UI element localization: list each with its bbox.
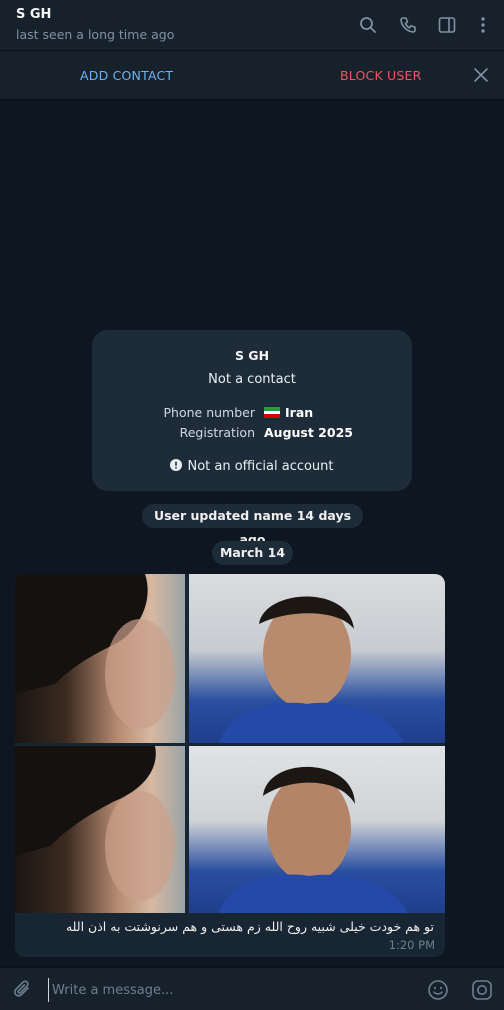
- photo-message[interactable]: تو هم خودت خیلی شبیه روح الله زم هستی و …: [15, 574, 445, 957]
- album-photo[interactable]: [189, 574, 445, 743]
- album-photo[interactable]: [15, 574, 185, 743]
- warning-text: Not an official account: [187, 459, 334, 474]
- user-info-card: S GH Not a contact Phone number Iran Reg…: [92, 330, 412, 491]
- message-caption: تو هم خودت خیلی شبیه روح الله زم هستی و …: [65, 919, 434, 934]
- attach-icon[interactable]: [11, 978, 35, 1002]
- registration-value: August 2025: [264, 425, 353, 440]
- info-card-subtitle: Not a contact: [208, 372, 296, 387]
- close-icon[interactable]: [471, 65, 491, 85]
- add-contact-button[interactable]: ADD CONTACT: [80, 68, 173, 83]
- more-vertical-icon[interactable]: [472, 14, 494, 36]
- service-message: User updated name 14 days ago: [142, 504, 363, 547]
- message-input[interactable]: [48, 978, 404, 1002]
- contact-action-bar: ADD CONTACT BLOCK USER: [0, 51, 504, 100]
- album-photo[interactable]: [189, 746, 445, 913]
- last-seen-status: last seen a long time ago: [16, 27, 175, 42]
- search-icon[interactable]: [357, 14, 379, 36]
- phone-number-value: Iran: [264, 405, 313, 420]
- info-card-name: S GH: [234, 348, 270, 363]
- block-user-button[interactable]: BLOCK USER: [340, 68, 422, 83]
- official-account-warning: Not an official account: [92, 459, 412, 475]
- phone-country: Iran: [285, 405, 314, 420]
- sidebar-toggle-icon[interactable]: [436, 14, 458, 36]
- emoji-icon[interactable]: [426, 978, 450, 1002]
- message-time: 1:20 PM: [388, 938, 435, 952]
- phone-icon[interactable]: [397, 14, 419, 36]
- chat-title[interactable]: S GH: [16, 7, 51, 22]
- message-composer: [0, 967, 504, 1010]
- video-message-icon[interactable]: [470, 978, 494, 1002]
- phone-number-label: Phone number: [163, 405, 255, 420]
- album-photo[interactable]: [15, 746, 185, 913]
- registration-label: Registration: [179, 425, 255, 440]
- exclamation-circle-icon: [170, 459, 183, 475]
- iran-flag-icon: [264, 407, 280, 418]
- date-separator: March 14: [212, 541, 293, 565]
- chat-header: S GH last seen a long time ago: [0, 0, 504, 51]
